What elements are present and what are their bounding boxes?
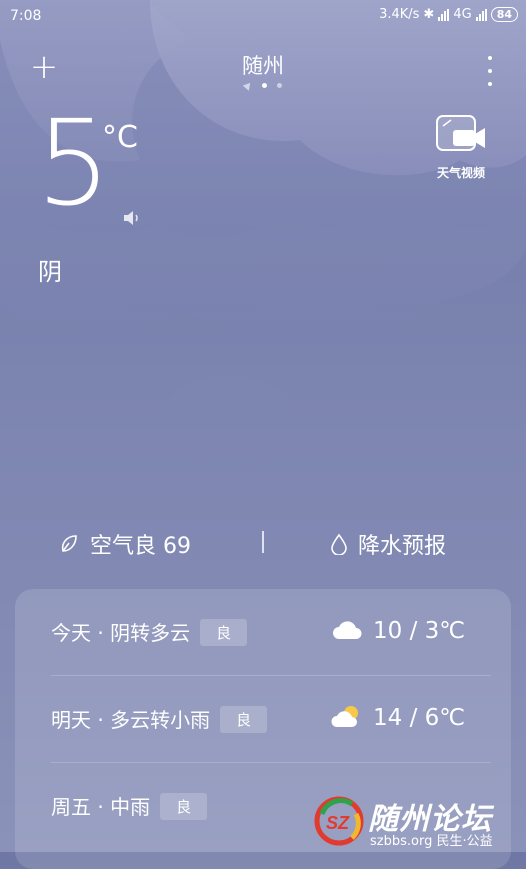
net-speed: 3.4K/s: [379, 7, 420, 22]
rain-forecast-text: 降水预报: [358, 534, 447, 559]
city-name[interactable]: 随州: [0, 50, 526, 80]
network-type: 4G: [453, 7, 472, 22]
page-dot: [277, 83, 282, 88]
weather-video-button[interactable]: 天气视频: [426, 114, 496, 180]
status-time: 7:08: [10, 8, 42, 24]
aqi-badge: 良: [220, 706, 268, 733]
leaf-icon: [61, 535, 77, 552]
page-dot-active: [262, 83, 267, 88]
forecast-day: 周五 · 中雨良: [51, 791, 208, 820]
signal-icon: [438, 8, 450, 21]
signal-icon-2: [475, 8, 487, 21]
air-quality-text: 空气良 69: [90, 534, 191, 559]
cloud-icon: [333, 621, 362, 639]
forecast-desc: 周五 · 中雨: [51, 795, 151, 819]
current-temperature: 5: [36, 94, 112, 232]
forecast-temp: 14 / 6℃: [373, 705, 466, 731]
weather-video-label: 天气视频: [436, 166, 485, 180]
location-icon: [242, 80, 254, 91]
rain-forecast-link[interactable]: 降水预报: [330, 528, 446, 560]
svg-text:SZ: SZ: [326, 813, 350, 833]
forecast-desc: 今天 · 阴转多云: [51, 621, 191, 645]
battery-indicator: 84: [490, 7, 518, 22]
bluetooth-icon: ✱: [423, 7, 435, 22]
status-indicators: 3.4K/s ✱ 4G 84: [379, 7, 518, 22]
water-drop-icon: [331, 533, 347, 555]
status-bar: 7:08 3.4K/s ✱ 4G 84: [0, 0, 526, 34]
forecast-desc: 明天 · 多云转小雨: [51, 708, 211, 732]
forum-subtitle: szbbs.org 民生·公益: [370, 834, 493, 849]
temperature-unit: °C: [102, 120, 138, 155]
forecast-day: 明天 · 多云转小雨良: [51, 704, 268, 733]
info-divider: [262, 531, 264, 553]
speaker-icon[interactable]: [122, 209, 142, 227]
page-indicator: [0, 80, 526, 91]
air-quality-link[interactable]: 空气良 69: [58, 528, 191, 560]
partly-cloudy-icon: [331, 706, 358, 727]
aqi-badge: 良: [160, 793, 208, 820]
forecast-temp: 10 / 3℃: [373, 618, 466, 644]
video-camera-icon: [436, 115, 485, 151]
forecast-row-today[interactable]: 今天 · 阴转多云良 10 / 3℃: [51, 589, 491, 676]
forecast-row-tomorrow[interactable]: 明天 · 多云转小雨良 14 / 6℃: [51, 676, 491, 763]
top-bar: + 随州: [0, 44, 526, 100]
forecast-day: 今天 · 阴转多云良: [51, 617, 248, 646]
weather-condition: 阴: [38, 258, 62, 286]
forum-logo-icon: SZ: [314, 796, 364, 846]
forum-watermark: SZ 随州论坛 szbbs.org 民生·公益: [312, 792, 526, 852]
aqi-badge: 良: [200, 619, 248, 646]
air-rain-row: 空气良 69 降水预报: [0, 522, 526, 562]
more-menu-button[interactable]: [488, 56, 496, 86]
